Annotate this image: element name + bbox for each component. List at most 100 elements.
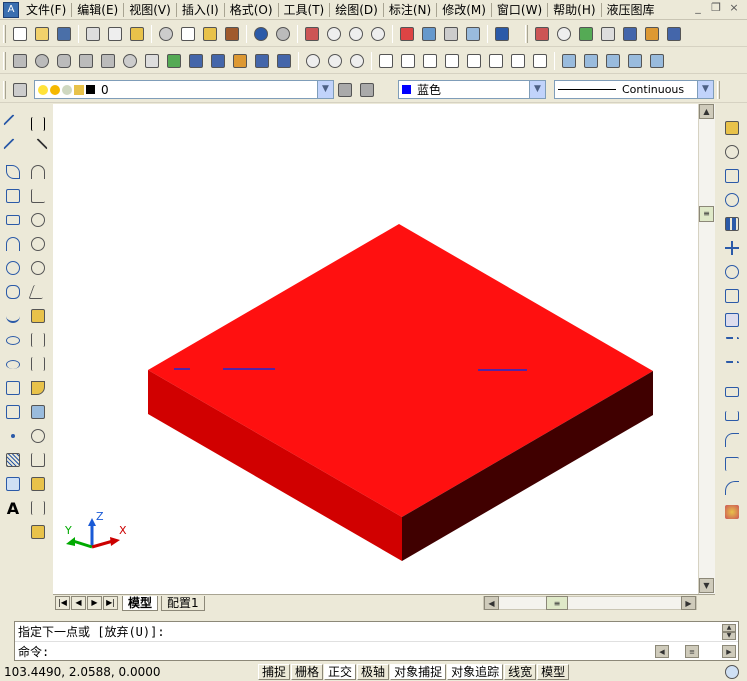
join-icon[interactable] xyxy=(722,430,742,450)
menu-view[interactable]: 视图(V) xyxy=(125,0,175,20)
ellipse-icon[interactable] xyxy=(3,330,23,350)
cylinder-solid-icon[interactable] xyxy=(54,51,74,71)
drawing-canvas[interactable]: Z Y X xyxy=(53,104,698,594)
revision-cloud-icon[interactable] xyxy=(3,282,23,302)
extrude-faces-icon[interactable] xyxy=(376,51,396,71)
snap-nearest-icon[interactable] xyxy=(620,24,640,44)
chevron-down-icon[interactable]: ▼ xyxy=(317,81,333,98)
chevron-down-icon[interactable]: ▼ xyxy=(697,81,713,98)
scroll-thumb[interactable]: ≡ xyxy=(546,596,568,610)
point-icon[interactable] xyxy=(3,426,23,446)
grid-toggle[interactable]: 栅格 xyxy=(291,664,324,680)
snap-settings-icon[interactable] xyxy=(642,24,662,44)
model-space-toggle[interactable]: 模型 xyxy=(537,664,570,680)
cmd-scroll-thumb[interactable]: ≡ xyxy=(685,645,699,658)
scroll-left-icon[interactable]: ◀ xyxy=(484,596,499,610)
first-tab-icon[interactable]: |◀ xyxy=(55,596,70,610)
explode-icon[interactable] xyxy=(722,502,742,522)
save-icon[interactable] xyxy=(54,24,74,44)
chamfer-icon[interactable] xyxy=(722,454,742,474)
quick-leader-icon[interactable] xyxy=(28,378,48,398)
extrude-icon[interactable] xyxy=(142,51,162,71)
dimension-edit-icon[interactable] xyxy=(28,450,48,470)
polar-toggle[interactable]: 极轴 xyxy=(357,664,390,680)
jogged-dimension-icon[interactable] xyxy=(28,234,48,254)
snap-endpoint-icon[interactable] xyxy=(532,24,552,44)
dimension-update-icon[interactable] xyxy=(28,498,48,518)
scale-icon[interactable] xyxy=(722,286,742,306)
toolbar-grip[interactable] xyxy=(525,24,528,43)
separate-icon[interactable] xyxy=(603,51,623,71)
circle-icon[interactable] xyxy=(3,258,23,278)
continue-dimension-icon[interactable] xyxy=(28,354,48,374)
toolbar-grip[interactable] xyxy=(717,80,720,99)
vertical-scrollbar[interactable]: ▲ ≡ ▼ xyxy=(698,104,715,594)
rotate-faces-icon[interactable] xyxy=(464,51,484,71)
snap-tangent-icon[interactable] xyxy=(576,24,596,44)
offset-icon[interactable] xyxy=(722,190,742,210)
cut-icon[interactable] xyxy=(156,24,176,44)
scroll-thumb[interactable]: ≡ xyxy=(699,206,714,222)
make-object-layer-current-icon[interactable] xyxy=(335,80,355,100)
menu-hydraulic-library[interactable]: 液压图库 xyxy=(603,0,659,20)
toolbar-grip[interactable] xyxy=(3,24,6,43)
zoom-realtime-icon[interactable] xyxy=(324,24,344,44)
make-block-icon[interactable] xyxy=(3,402,23,422)
array-icon[interactable] xyxy=(722,214,742,234)
ellipse-arc-icon[interactable] xyxy=(3,354,23,374)
multiline-text-icon[interactable]: A xyxy=(3,498,23,518)
menu-modify[interactable]: 修改(M) xyxy=(438,0,490,20)
check-icon[interactable] xyxy=(647,51,667,71)
sphere-solid-icon[interactable] xyxy=(32,51,52,71)
command-prompt[interactable]: 命令: xyxy=(15,642,738,662)
tab-model[interactable]: 模型 xyxy=(122,595,159,611)
design-center-icon[interactable] xyxy=(419,24,439,44)
layer-dropdown[interactable]: 0 ▼ xyxy=(34,80,334,99)
subtract-icon[interactable] xyxy=(325,51,345,71)
cmd-scroll-right-icon[interactable]: ▶ xyxy=(722,645,736,658)
cone-solid-icon[interactable] xyxy=(76,51,96,71)
center-mark-icon[interactable] xyxy=(28,426,48,446)
dimension-text-edit-icon[interactable] xyxy=(28,474,48,494)
menu-file[interactable]: 文件(F) xyxy=(22,0,70,20)
properties-icon[interactable] xyxy=(397,24,417,44)
snap-node-icon[interactable] xyxy=(554,24,574,44)
imprint-icon[interactable] xyxy=(559,51,579,71)
cmd-scroll-down-icon[interactable]: ▼ xyxy=(722,632,736,640)
lineweight-toggle[interactable]: 线宽 xyxy=(504,664,537,680)
help-icon[interactable] xyxy=(492,24,512,44)
cmd-scroll-up-icon[interactable]: ▲ xyxy=(722,624,736,632)
break-icon[interactable] xyxy=(722,406,742,426)
sheet-set-icon[interactable] xyxy=(463,24,483,44)
zoom-previous-icon[interactable] xyxy=(368,24,388,44)
toolbar-grip[interactable] xyxy=(3,80,6,99)
menu-window[interactable]: 窗口(W) xyxy=(493,0,546,20)
minimize-icon[interactable]: _ xyxy=(690,2,706,16)
communication-center-icon[interactable] xyxy=(725,665,739,679)
slice-icon[interactable] xyxy=(186,51,206,71)
rectangle-icon[interactable] xyxy=(3,210,23,230)
section-icon[interactable] xyxy=(208,51,228,71)
move-icon[interactable] xyxy=(722,238,742,258)
menu-format[interactable]: 格式(O) xyxy=(226,0,277,20)
tool-palettes-icon[interactable] xyxy=(441,24,461,44)
move-faces-icon[interactable] xyxy=(398,51,418,71)
trim-icon[interactable] xyxy=(722,334,742,354)
torus-solid-icon[interactable] xyxy=(120,51,140,71)
linear-dimension-icon[interactable] xyxy=(28,114,48,134)
tab-layout-1[interactable]: 配置1 xyxy=(161,595,205,611)
box-solid-icon[interactable] xyxy=(10,51,30,71)
aligned-dimension-icon[interactable] xyxy=(28,138,48,158)
tolerance-icon[interactable] xyxy=(28,402,48,422)
quick-dimension-icon[interactable] xyxy=(28,306,48,326)
match-properties-icon[interactable] xyxy=(222,24,242,44)
print-preview-icon[interactable] xyxy=(105,24,125,44)
erase-icon[interactable] xyxy=(722,118,742,138)
menu-help[interactable]: 帮助(H) xyxy=(549,0,599,20)
offset-faces-icon[interactable] xyxy=(420,51,440,71)
polyline-icon[interactable] xyxy=(3,162,23,182)
setup-view-icon[interactable] xyxy=(274,51,294,71)
menu-edit[interactable]: 编辑(E) xyxy=(73,0,122,20)
setup-drawing-icon[interactable] xyxy=(252,51,272,71)
ortho-toggle[interactable]: 正交 xyxy=(324,664,357,680)
